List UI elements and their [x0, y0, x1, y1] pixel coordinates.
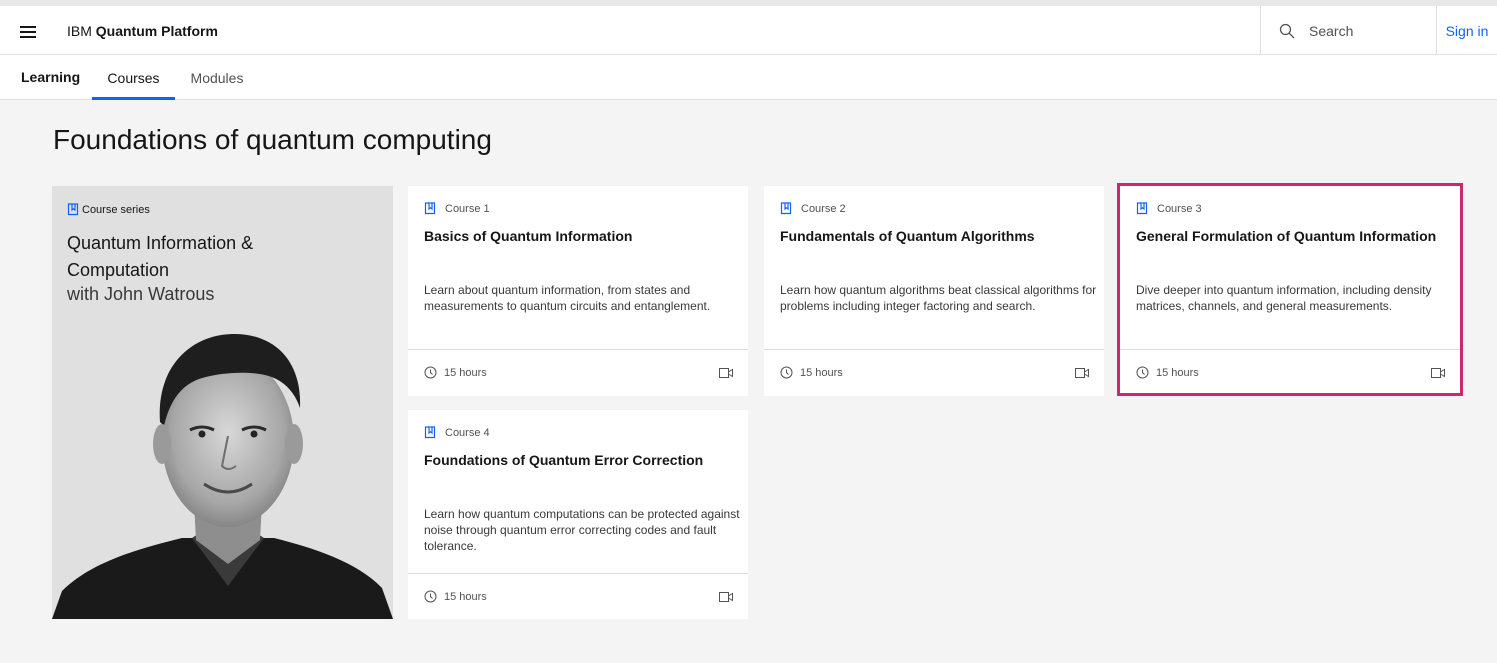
course-series-card[interactable]: Course series Quantum Information & Comp…	[52, 186, 393, 619]
series-eyebrow-label: Course series	[82, 203, 150, 216]
course-card-1[interactable]: Course 1 Basics of Quantum Information L…	[408, 186, 748, 396]
video-icon	[719, 592, 733, 602]
course-eyebrow: Course 4	[424, 426, 490, 439]
book-icon	[1136, 202, 1148, 215]
course-description: Learn about quantum information, from st…	[424, 283, 711, 313]
course-card-4[interactable]: Course 4 Foundations of Quantum Error Co…	[408, 410, 748, 619]
book-icon	[424, 426, 436, 439]
instructor-portrait	[52, 334, 393, 619]
search-icon	[1279, 23, 1295, 38]
card-divider	[408, 573, 748, 574]
course-number: Course 4	[445, 426, 490, 439]
course-card-3[interactable]: Course 3 General Formulation of Quantum …	[1117, 183, 1463, 396]
brand-name: Quantum Platform	[95, 23, 218, 39]
clock-icon	[780, 366, 793, 379]
series-subtitle: with John Watrous	[67, 284, 215, 304]
course-number: Course 3	[1157, 202, 1202, 215]
menu-icon[interactable]	[12, 16, 44, 48]
video-icon	[1431, 368, 1445, 378]
page-title: Foundations of quantum computing	[53, 124, 492, 155]
course-number: Course 1	[445, 202, 490, 215]
card-divider	[1120, 349, 1460, 350]
series-title: Quantum Information & Computation	[67, 233, 254, 280]
course-eyebrow: Course 3	[1136, 202, 1202, 215]
course-eyebrow: Course 2	[780, 202, 846, 215]
course-description: Learn how quantum computations can be pr…	[424, 507, 740, 553]
clock-icon	[424, 590, 437, 603]
tab-courses[interactable]: Courses	[92, 55, 175, 100]
book-icon	[424, 202, 436, 215]
course-card-2[interactable]: Course 2 Fundamentals of Quantum Algorit…	[764, 186, 1104, 396]
book-icon	[67, 203, 79, 216]
course-title: General Formulation of Quantum Informati…	[1136, 228, 1437, 244]
video-icon	[719, 368, 733, 378]
video-icon	[1075, 368, 1089, 378]
clock-icon	[424, 366, 437, 379]
search-placeholder: Search	[1309, 22, 1354, 39]
top-header: IBM Quantum Platform Search Sign in	[0, 0, 1497, 55]
course-title: Basics of Quantum Information	[424, 228, 633, 244]
section-title[interactable]: Learning	[21, 69, 80, 85]
duration-label: 15 hours	[444, 590, 487, 603]
search-button[interactable]: Search	[1260, 6, 1436, 55]
duration-label: 15 hours	[800, 366, 843, 379]
tab-modules[interactable]: Modules	[190, 55, 244, 100]
course-duration: 15 hours	[424, 590, 487, 603]
book-icon	[780, 202, 792, 215]
course-title: Fundamentals of Quantum Algorithms	[780, 228, 1035, 244]
clock-icon	[1136, 366, 1149, 379]
brand-prefix: IBM	[67, 23, 92, 39]
card-divider	[764, 349, 1104, 350]
course-duration: 15 hours	[780, 366, 843, 379]
sub-navigation: Learning Courses Modules	[0, 55, 1497, 100]
course-duration: 15 hours	[1136, 366, 1199, 379]
series-eyebrow: Course series	[67, 203, 150, 216]
course-duration: 15 hours	[424, 366, 487, 379]
duration-label: 15 hours	[444, 366, 487, 379]
course-eyebrow: Course 1	[424, 202, 490, 215]
brand-logo[interactable]: IBM Quantum Platform	[67, 22, 218, 40]
duration-label: 15 hours	[1156, 366, 1199, 379]
course-description: Dive deeper into quantum information, in…	[1136, 283, 1432, 313]
course-number: Course 2	[801, 202, 846, 215]
sign-in-link[interactable]: Sign in	[1436, 6, 1497, 55]
course-title: Foundations of Quantum Error Correction	[424, 452, 704, 468]
course-description: Learn how quantum algorithms beat classi…	[780, 283, 1097, 313]
card-divider	[408, 349, 748, 350]
